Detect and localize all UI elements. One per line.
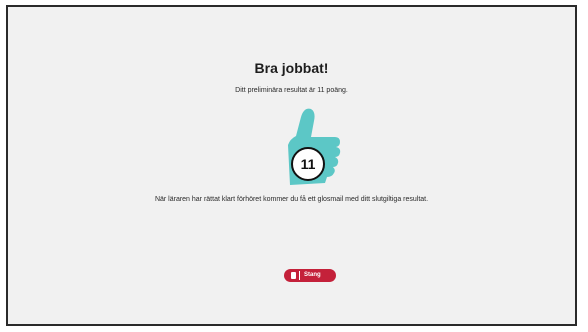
result-info-text: När läraren har rättat klart förhöret ko…: [154, 196, 429, 203]
button-divider: [299, 271, 300, 280]
result-subtitle: Ditt preliminära resultat är 11 poäng.: [235, 87, 348, 94]
result-title: Bra jobbat!: [254, 60, 329, 76]
close-button-label: Stang: [304, 272, 321, 278]
score-value: 11: [300, 156, 316, 172]
document-icon: [291, 272, 296, 279]
close-button[interactable]: Stang: [284, 269, 336, 282]
result-dialog: Bra jobbat! Ditt preliminära resultat är…: [6, 5, 577, 326]
